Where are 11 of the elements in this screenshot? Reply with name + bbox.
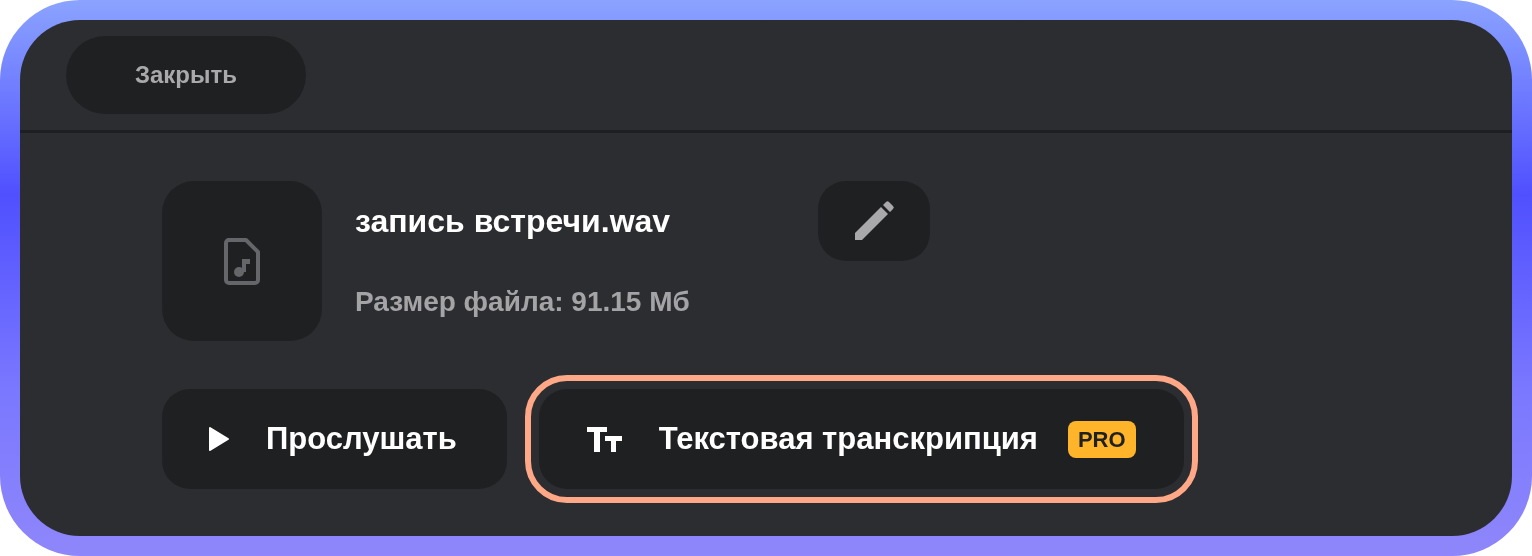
file-size: Размер файла: 91.15 Мб	[355, 285, 691, 319]
pro-badge: PRO	[1067, 420, 1136, 458]
transcription-button[interactable]: Текстовая транскрипция PRO	[524, 375, 1198, 503]
music-file-icon	[222, 237, 262, 285]
listen-button[interactable]: Прослушать	[162, 389, 507, 489]
text-size-icon	[584, 424, 623, 454]
edit-button[interactable]	[818, 181, 930, 261]
close-button[interactable]: Закрыть	[66, 36, 306, 114]
file-name: запись встречи.wav	[355, 202, 672, 241]
pencil-icon	[853, 200, 895, 242]
play-icon	[208, 426, 230, 452]
